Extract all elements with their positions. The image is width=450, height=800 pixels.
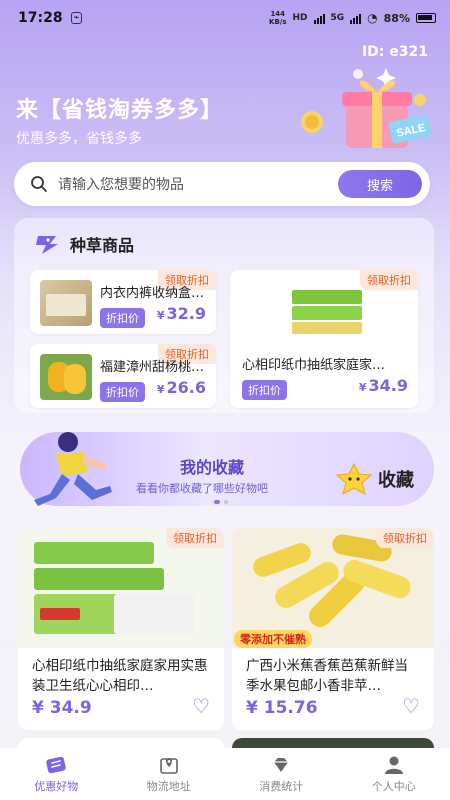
product-price: ¥ 15.76 [246,698,318,718]
product-price: ¥34.9 [359,376,408,395]
page-subtitle: 优惠多多，省钱多多 [16,131,142,147]
search-bar[interactable]: 请输入您想要的物品 搜索 [14,162,430,206]
product-thumb [40,280,92,326]
battery-icon [416,13,436,23]
network-speed-value: 144 [270,10,286,18]
signal-icon [313,13,325,24]
running-girl-illustration [34,432,112,506]
page-title: 来【省钱淘券多多】 [16,98,224,123]
network-speed: 144 KB/s [269,10,286,26]
favorites-badge[interactable]: 收藏 [334,462,414,496]
notification-icon: ⌁ [70,12,82,24]
nav-label: 个人中心 [371,779,416,793]
product-thumb [40,354,92,400]
product-thumb [290,284,364,336]
favorites-banner[interactable]: 我的收藏 看看你都收藏了哪些好物吧 收藏 [20,432,434,506]
nav-deals[interactable]: 优惠好物 [0,748,113,800]
search-button[interactable]: 搜索 [338,170,422,198]
diamond-icon [274,757,289,772]
nav-profile[interactable]: 个人中心 [338,748,450,800]
price-currency: ¥ [358,381,367,394]
favorite-heart-icon[interactable]: ♡ [192,694,210,718]
user-icon [384,756,403,774]
search-input[interactable]: 请输入您想要的物品 [58,174,338,194]
favorites-title: 我的收藏 [180,458,245,477]
price-value: 26.6 [166,378,206,397]
nav-label: 优惠好物 [34,779,79,793]
favorite-heart-icon[interactable]: ♡ [402,694,420,718]
carousel-dots [214,500,228,504]
status-bar: 17:28 ⌁ 144 KB/s HD 5G ◔ 88% [0,0,450,36]
product-title: 心相印纸巾抽纸家庭家用实惠装卫生纸心心相印… [32,658,208,694]
product-card[interactable]: 领取折扣 心相印纸巾抽纸家庭家用实惠装卫生纸心心相印… ¥ 34.9 ♡ [18,528,224,730]
network-speed-unit: KB/s [269,18,287,26]
favorites-subtitle: 看看你都收藏了哪些好物吧 [136,482,268,495]
discount-badge[interactable]: 领取折扣 [166,528,224,548]
price-value: 34.9 [368,376,408,395]
bottom-nav: 优惠好物 物流地址 消费统计 个人中心 [0,748,450,800]
nav-stats[interactable]: 消费统计 [225,748,338,800]
recommend-card[interactable]: 领取折扣 内衣内裤收纳盒… 折扣价 ¥32.9 [30,270,216,334]
product-card[interactable]: 领取折扣 零添加不催熟 广西小米蕉香蕉芭蕉新鲜当季水果包邮小香非苹… ¥ 15.… [232,528,434,730]
discount-price-tag: 折扣价 [100,308,145,328]
price-currency: ¥ [156,309,165,322]
status-time: 17:28 [18,10,63,26]
battery-percent: 88% [383,11,410,25]
hd-label: HD [292,13,308,23]
star-face-icon [335,462,373,496]
recommend-panel: 种草商品 领取折扣 内衣内裤收纳盒… 折扣价 ¥32.9 领取折扣 福建漳州甜杨… [14,218,434,413]
discount-badge[interactable]: 领取折扣 [376,528,434,548]
product-price: ¥26.6 [157,378,206,397]
price-currency: ¥ [156,383,165,396]
nav-logistics[interactable]: 物流地址 [113,748,226,800]
product-banner: 零添加不催熟 [234,630,312,648]
wifi-icon: ◔ [367,11,378,25]
nav-label: 消费统计 [259,779,304,793]
signal-icon-2 [350,13,362,24]
map-pin-icon [159,757,178,774]
5g-label: 5G [330,13,345,23]
nav-label: 物流地址 [146,779,191,793]
product-title: 心相印纸巾抽纸家庭家… [242,358,386,373]
price-value: 32.9 [166,304,206,323]
discount-price-tag: 折扣价 [100,382,145,402]
product-title: 内衣内裤收纳盒… [100,286,205,301]
sparkle-ghost-icon [36,236,58,254]
recommend-title: 种草商品 [70,236,135,255]
gift-illustration: SALE [301,68,432,148]
recommend-header: 种草商品 [34,232,134,256]
recommend-card[interactable]: 领取折扣 心相印纸巾抽纸家庭家… 折扣价 ¥34.9 [230,270,418,408]
discount-price-tag: 折扣价 [242,380,287,400]
product-title: 广西小米蕉香蕉芭蕉新鲜当季水果包邮小香非苹… [246,658,408,694]
recommend-card[interactable]: 领取折扣 福建漳州甜杨桃… 折扣价 ¥26.6 [30,344,216,408]
search-icon [31,176,47,192]
discount-badge[interactable]: 领取折扣 [360,270,418,290]
user-id: ID: e321 [361,44,428,60]
product-price: ¥ 34.9 [32,698,92,718]
coupon-icon [46,756,66,773]
product-title: 福建漳州甜杨桃… [100,360,205,375]
favorites-badge-label: 收藏 [378,470,414,491]
product-price: ¥32.9 [157,304,206,323]
